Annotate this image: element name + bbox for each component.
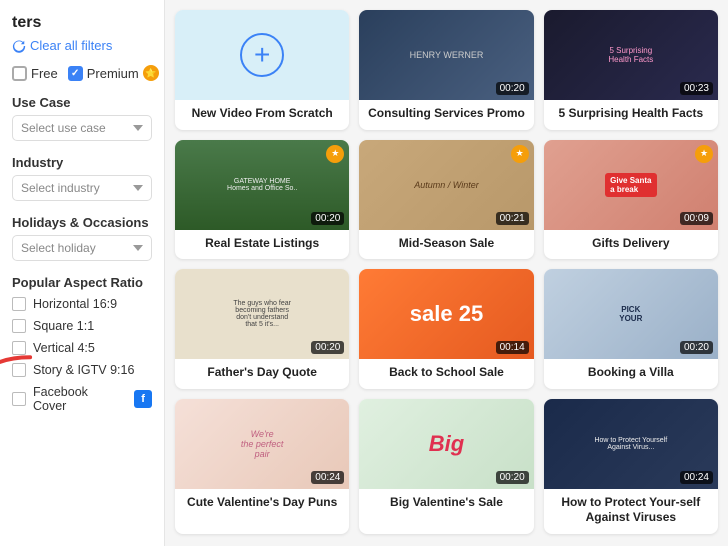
valentines-cute-title: Cute Valentine's Day Puns	[175, 489, 349, 519]
facebook-icon: f	[134, 390, 152, 408]
valentines-big-card[interactable]: Big 00:20 Big Valentine's Sale	[359, 399, 533, 534]
realestate-thumb: GATEWAY HOMEHomes and Office So.. 00:20 …	[175, 140, 349, 230]
aspect-ratio-label: Popular Aspect Ratio	[12, 275, 152, 290]
gifts-premium: ★	[695, 145, 713, 163]
villa-card[interactable]: PICKYOUR 00:20 Booking a Villa	[544, 269, 718, 389]
valentines-cute-card[interactable]: We'rethe perfectpair 00:24 Cute Valentin…	[175, 399, 349, 534]
s11-checkbox[interactable]	[12, 319, 26, 333]
h169-label: Horizontal 16:9	[33, 297, 117, 311]
health-card[interactable]: 5 SurprisingHealth Facts 00:23 5 Surpris…	[544, 10, 718, 130]
main-content: + New Video From Scratch HENRY WERNER 00…	[165, 0, 728, 546]
premium-star-badge: ⭐	[143, 65, 159, 81]
premium-option[interactable]: ✓ Premium ⭐	[68, 65, 159, 81]
holidays-section: Holidays & Occasions Select holiday	[12, 215, 152, 261]
holidays-select[interactable]: Select holiday	[12, 235, 152, 261]
gifts-thumb: Give Santaa break 00:09 ★	[544, 140, 718, 230]
free-label: Free	[31, 66, 58, 81]
industry-label: Industry	[12, 155, 152, 170]
use-case-label: Use Case	[12, 95, 152, 110]
villa-thumb: PICKYOUR 00:20	[544, 269, 718, 359]
health-duration: 00:23	[680, 82, 713, 95]
backtoschool-title: Back to School Sale	[359, 359, 533, 389]
aspect-fb[interactable]: Facebook Cover f	[12, 385, 152, 413]
fathers-title: Father's Day Quote	[175, 359, 349, 389]
consulting-title: Consulting Services Promo	[359, 100, 533, 130]
holidays-label: Holidays & Occasions	[12, 215, 152, 230]
fb-checkbox[interactable]	[12, 392, 26, 406]
new-video-title: New Video From Scratch	[175, 100, 349, 130]
virus-card[interactable]: How to Protect YourselfAgainst Virus... …	[544, 399, 718, 534]
backtoschool-duration: 00:14	[496, 341, 529, 354]
new-video-thumb: +	[175, 10, 349, 100]
new-video-card[interactable]: + New Video From Scratch	[175, 10, 349, 130]
aspect-h169[interactable]: Horizontal 16:9	[12, 297, 152, 311]
price-filter-row: Free ✓ Premium ⭐	[12, 65, 152, 81]
plus-icon: +	[240, 33, 284, 77]
midseason-premium: ★	[511, 145, 529, 163]
health-thumb: 5 SurprisingHealth Facts 00:23	[544, 10, 718, 100]
industry-section: Industry Select industry	[12, 155, 152, 201]
valentines-cute-thumb: We'rethe perfectpair 00:24	[175, 399, 349, 489]
premium-label: Premium	[87, 66, 139, 81]
realestate-premium: ★	[326, 145, 344, 163]
midseason-title: Mid-Season Sale	[359, 230, 533, 260]
sidebar-title: ters	[12, 14, 152, 32]
industry-select[interactable]: Select industry	[12, 175, 152, 201]
use-case-select[interactable]: Select use case	[12, 115, 152, 141]
aspect-s11[interactable]: Square 1:1	[12, 319, 152, 333]
free-checkbox[interactable]	[12, 66, 27, 81]
fathers-duration: 00:20	[311, 341, 344, 354]
villa-title: Booking a Villa	[544, 359, 718, 389]
v45-label: Vertical 4:5	[33, 341, 95, 355]
backtoschool-thumb: sale 25 00:14	[359, 269, 533, 359]
midseason-duration: 00:21	[496, 212, 529, 225]
realestate-duration: 00:20	[311, 212, 344, 225]
consulting-thumb: HENRY WERNER 00:20	[359, 10, 533, 100]
refresh-icon	[12, 39, 26, 53]
s916-label: Story & IGTV 9:16	[33, 363, 134, 377]
valentines-cute-duration: 00:24	[311, 471, 344, 484]
realestate-title: Real Estate Listings	[175, 230, 349, 260]
backtoschool-card[interactable]: sale 25 00:14 Back to School Sale	[359, 269, 533, 389]
virus-title: How to Protect Your-self Against Viruses	[544, 489, 718, 534]
midseason-card[interactable]: Autumn / Winter 00:21 ★ Mid-Season Sale	[359, 140, 533, 260]
valentines-big-thumb: Big 00:20	[359, 399, 533, 489]
gifts-duration: 00:09	[680, 212, 713, 225]
template-grid: + New Video From Scratch HENRY WERNER 00…	[175, 10, 718, 534]
aspect-ratio-section: Popular Aspect Ratio Horizontal 16:9 Squ…	[12, 275, 152, 413]
gifts-title: Gifts Delivery	[544, 230, 718, 260]
virus-thumb: How to Protect YourselfAgainst Virus... …	[544, 399, 718, 489]
consulting-card[interactable]: HENRY WERNER 00:20 Consulting Services P…	[359, 10, 533, 130]
villa-duration: 00:20	[680, 341, 713, 354]
gifts-card[interactable]: Give Santaa break 00:09 ★ Gifts Delivery	[544, 140, 718, 260]
valentines-big-title: Big Valentine's Sale	[359, 489, 533, 519]
free-option[interactable]: Free	[12, 66, 58, 81]
s11-label: Square 1:1	[33, 319, 94, 333]
realestate-card[interactable]: GATEWAY HOMEHomes and Office So.. 00:20 …	[175, 140, 349, 260]
midseason-thumb: Autumn / Winter 00:21 ★	[359, 140, 533, 230]
sidebar: ters Clear all filters Free ✓ Premium ⭐ …	[0, 0, 165, 546]
virus-duration: 00:24	[680, 471, 713, 484]
clear-filters-label: Clear all filters	[30, 38, 112, 53]
v45-checkbox[interactable]	[12, 341, 26, 355]
premium-checkbox[interactable]: ✓	[68, 66, 83, 81]
aspect-v45[interactable]: Vertical 4:5	[12, 341, 152, 355]
consulting-duration: 00:20	[496, 82, 529, 95]
fathers-card[interactable]: The guys who fearbecoming fathersdon't u…	[175, 269, 349, 389]
use-case-section: Use Case Select use case	[12, 95, 152, 141]
clear-filters-button[interactable]: Clear all filters	[12, 38, 152, 53]
s916-checkbox[interactable]	[12, 363, 26, 377]
health-title: 5 Surprising Health Facts	[544, 100, 718, 130]
valentines-big-duration: 00:20	[496, 471, 529, 484]
fb-label: Facebook Cover	[33, 385, 123, 413]
h169-checkbox[interactable]	[12, 297, 26, 311]
aspect-s916[interactable]: Story & IGTV 9:16	[12, 363, 152, 377]
fathers-thumb: The guys who fearbecoming fathersdon't u…	[175, 269, 349, 359]
check-icon: ✓	[71, 68, 79, 79]
